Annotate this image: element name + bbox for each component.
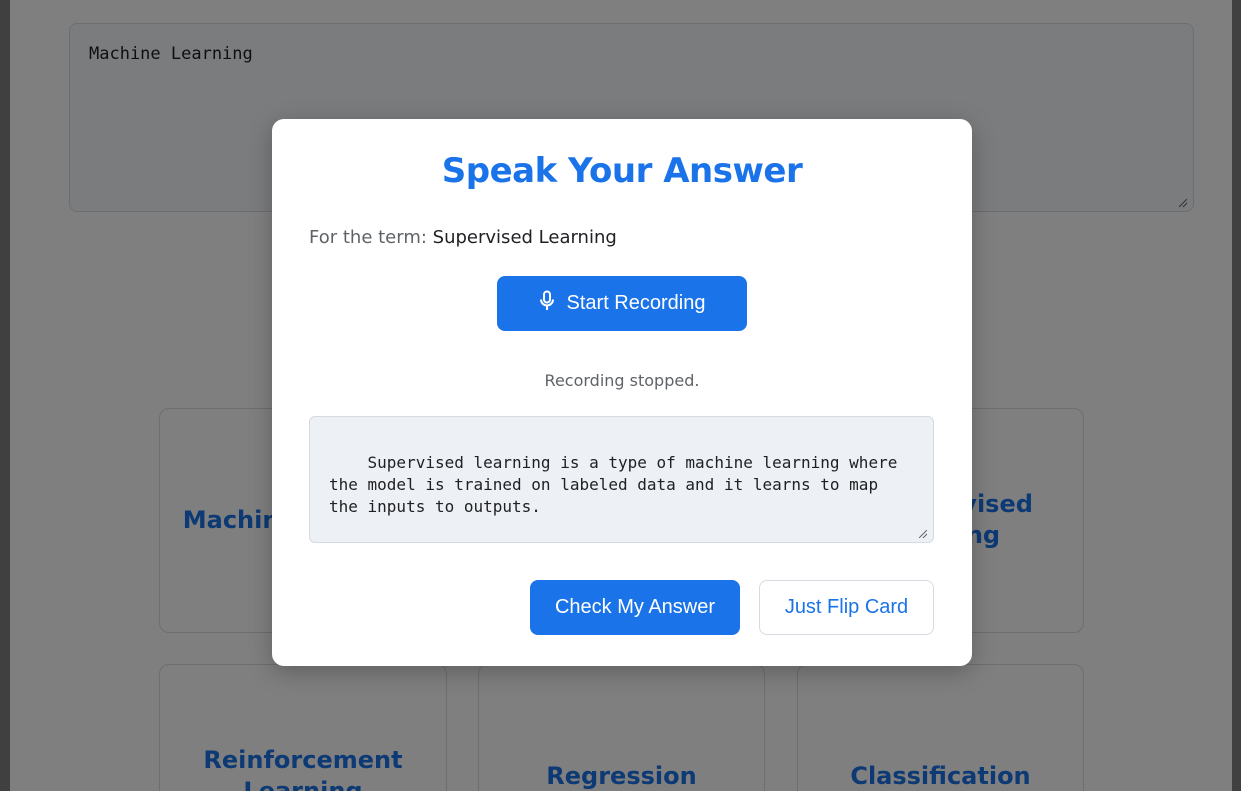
modal-title: Speak Your Answer [441, 151, 803, 191]
microphone-icon [539, 290, 555, 318]
recording-status: Recording stopped. [544, 371, 700, 390]
start-recording-button[interactable]: Start Recording [497, 276, 747, 331]
flip-card-button[interactable]: Just Flip Card [759, 580, 934, 635]
answer-text: Supervised learning is a type of machine… [329, 453, 907, 516]
term-prefix: For the term: [309, 227, 427, 248]
answer-textarea[interactable]: Supervised learning is a type of machine… [309, 416, 934, 543]
term-value: Supervised Learning [432, 227, 617, 248]
check-answer-button[interactable]: Check My Answer [530, 580, 740, 635]
speak-answer-modal: Speak Your Answer For the term: Supervis… [272, 119, 972, 666]
resize-grip[interactable] [919, 530, 927, 538]
term-line: For the term: Supervised Learning [309, 227, 617, 248]
start-recording-label: Start Recording [566, 292, 706, 314]
